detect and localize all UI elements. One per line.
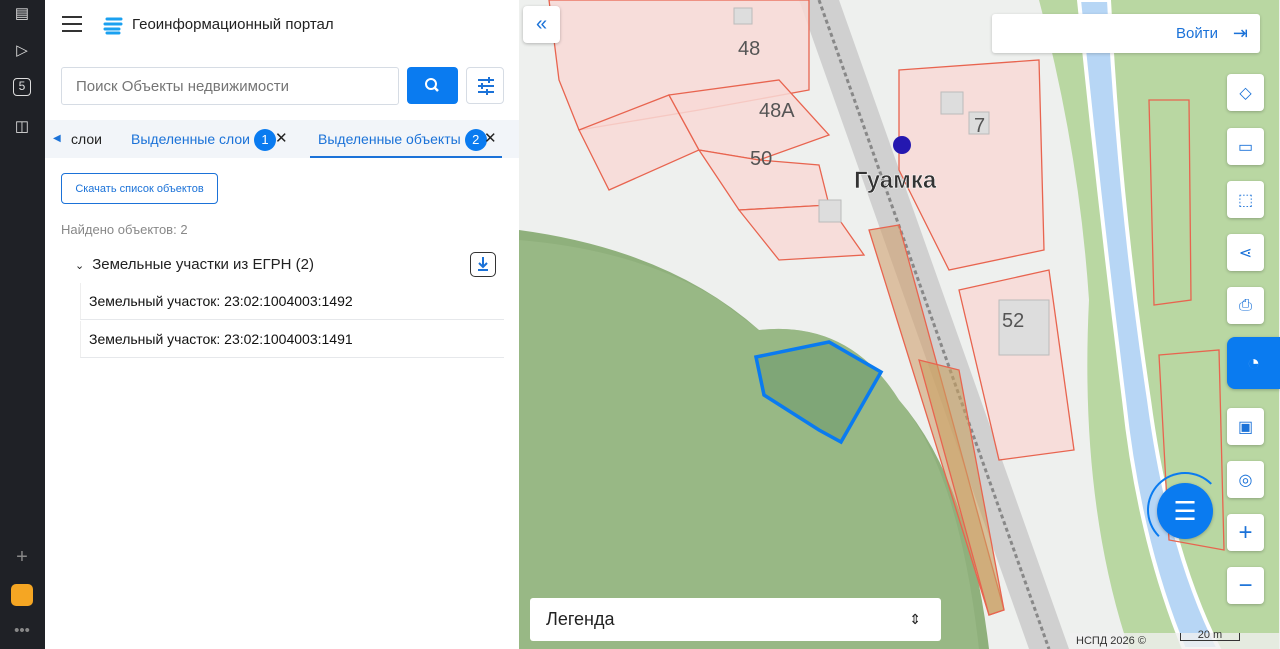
share-icon: ⋖: [1238, 244, 1253, 262]
tab-label: Выделенные объекты: [318, 131, 461, 147]
attribution: НСПД 2026 ©: [1076, 635, 1146, 647]
share-button[interactable]: ⋖: [1227, 234, 1264, 271]
chevron-down-icon: ⌄: [75, 260, 85, 272]
search-input[interactable]: [61, 67, 399, 105]
double-chevron-left-icon: «: [535, 13, 548, 35]
app-rail: ▤ ▷ 5 ◫ + •••: [0, 0, 45, 649]
map-widget-button[interactable]: ◔: [1227, 337, 1280, 389]
app-title: Геоинформационный портал: [132, 16, 334, 33]
download-list-button[interactable]: Скачать список объектов: [61, 173, 218, 204]
locate-button[interactable]: ◎: [1227, 461, 1264, 498]
tab-bar: ◀ слои Выделенные слои 1 ✕ Выделенные объ…: [45, 120, 519, 158]
login-button[interactable]: Войти ⇥: [992, 14, 1260, 53]
search-icon: [425, 78, 439, 92]
minimap-icon: ▣: [1237, 418, 1254, 436]
map[interactable]: 48 48А 50 7 52 Гуамка « Войти ⇥ ◇ ▭ ⬚ ⋖ ⎙…: [519, 0, 1280, 649]
zoom-out-button[interactable]: −: [1227, 567, 1264, 604]
ruler-button[interactable]: ▭: [1227, 128, 1264, 165]
count-badge: 1: [253, 129, 276, 152]
attribution-bar: НСПД 2026 © 20 m: [1070, 630, 1280, 649]
layers-button[interactable]: ◇: [1227, 74, 1264, 111]
chat-icon: ☰: [1173, 495, 1197, 526]
menu-icon[interactable]: [62, 16, 82, 32]
zoom-in-button[interactable]: +: [1227, 514, 1264, 551]
tabs-scroll-left-icon[interactable]: ◀: [53, 120, 61, 158]
tab-selected-objects[interactable]: Выделенные объекты 2: [310, 120, 502, 158]
group-header[interactable]: ⌄ Земельные участки из ЕГРН (2): [75, 256, 314, 273]
print-icon: ⎙: [1239, 296, 1252, 314]
tab-label: слои: [71, 131, 102, 147]
found-count: Найдено объектов: 2: [61, 222, 188, 237]
five-icon[interactable]: 5: [13, 78, 31, 96]
logo-icon: [103, 17, 123, 35]
close-tab-icon[interactable]: ✕: [275, 120, 288, 158]
print-button[interactable]: ⎙: [1227, 287, 1264, 324]
play-icon[interactable]: ▷: [11, 40, 33, 62]
chat-button[interactable]: ☰: [1157, 483, 1213, 539]
login-icon: ⇥: [1232, 23, 1248, 43]
close-tab-icon[interactable]: ✕: [484, 120, 497, 158]
scale-bar: 20 m: [1180, 630, 1240, 641]
filter-button[interactable]: [466, 67, 504, 104]
app-icon[interactable]: [11, 584, 33, 606]
chevron-updown-icon: ⇕: [909, 611, 921, 627]
locate-icon: ◎: [1238, 471, 1253, 489]
more-icon[interactable]: •••: [11, 620, 33, 642]
documents-icon[interactable]: ▤: [11, 3, 33, 25]
map-label: 50: [750, 148, 772, 170]
group-label: Земельные участки из ЕГРН (2): [92, 256, 314, 273]
map-canvas: 48 48А 50 7 52 Гуамка: [519, 0, 1280, 649]
select-area-button[interactable]: ⬚: [1227, 181, 1264, 218]
login-label: Войти: [1176, 25, 1218, 42]
legend-label: Легенда: [546, 609, 615, 629]
layers-icon: ◇: [1239, 84, 1252, 102]
map-label: 7: [974, 115, 985, 137]
collapse-panel-button[interactable]: «: [523, 6, 560, 43]
tab-layers[interactable]: слои: [71, 120, 102, 158]
map-label: 48: [738, 38, 760, 60]
minus-icon: −: [1238, 571, 1253, 599]
header: Геоинформационный портал: [45, 0, 519, 50]
screenshot-icon[interactable]: ◫: [11, 116, 33, 138]
legend-dropdown[interactable]: Легенда ⇕: [530, 598, 941, 641]
ruler-icon: ▭: [1237, 138, 1254, 156]
plus-icon: +: [1238, 518, 1253, 546]
tab-selected-layers[interactable]: Выделенные слои 1: [131, 120, 276, 158]
tab-label: Выделенные слои: [131, 131, 250, 147]
search-button[interactable]: [407, 67, 458, 104]
place-label: Гуамка: [854, 167, 937, 194]
filter-icon: [478, 77, 494, 95]
map-widget-icon: ◔: [1246, 350, 1261, 375]
list-item[interactable]: Земельный участок: 23:02:1004003:1492: [80, 283, 504, 320]
map-label: 48А: [759, 100, 795, 122]
side-panel: Геоинформационный портал ◀ слои Выделенн…: [45, 0, 519, 649]
list-item[interactable]: Земельный участок: 23:02:1004003:1491: [80, 321, 504, 358]
plus-icon[interactable]: +: [11, 546, 33, 568]
select-area-icon: ⬚: [1237, 191, 1254, 209]
map-label: 52: [1002, 310, 1024, 332]
download-icon[interactable]: [470, 252, 496, 277]
minimap-button[interactable]: ▣: [1227, 408, 1264, 445]
